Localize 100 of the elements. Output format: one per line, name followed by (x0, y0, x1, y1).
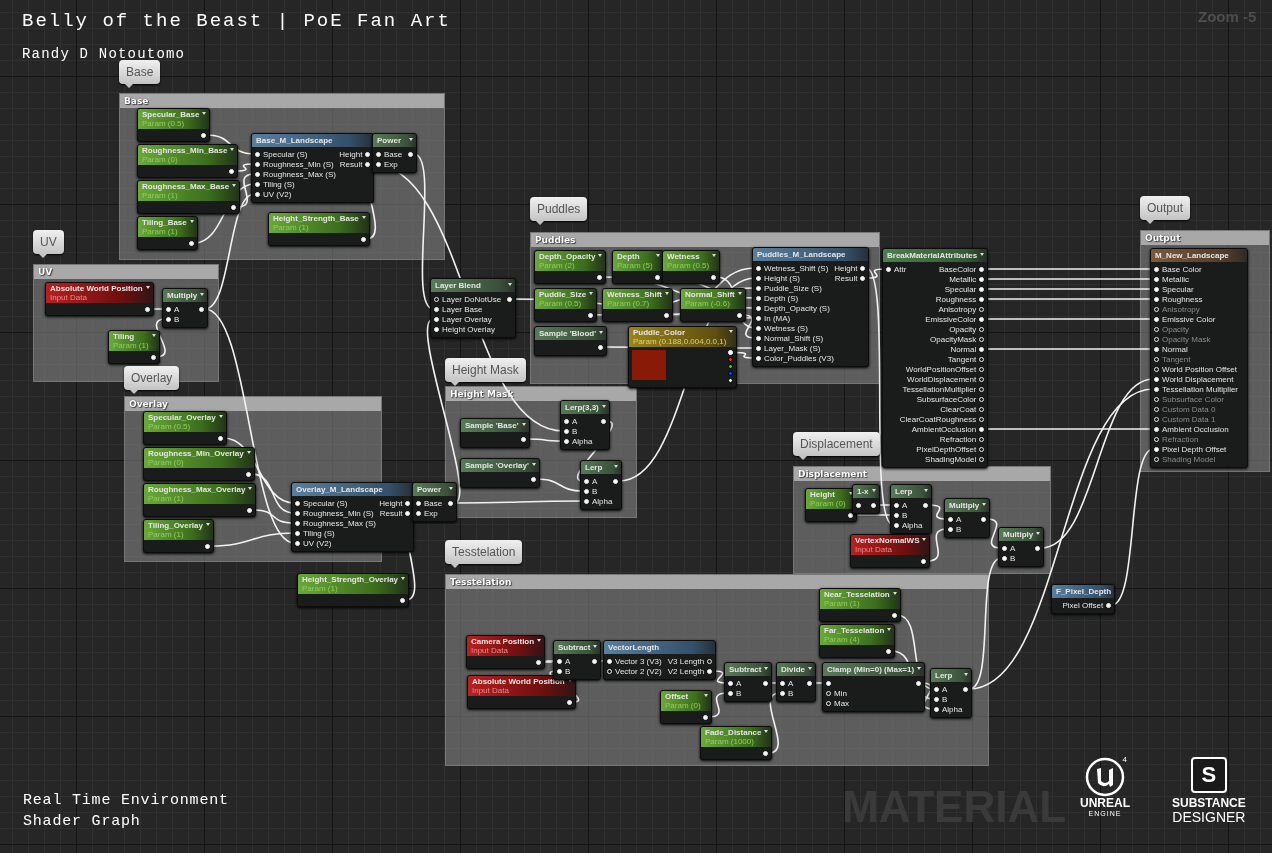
graph-node[interactable]: Lerp A B Alpha (890, 484, 933, 534)
pin-icon[interactable] (728, 364, 734, 369)
caret-icon[interactable] (593, 645, 598, 648)
caret-icon[interactable] (531, 463, 536, 466)
caret-icon[interactable] (808, 667, 812, 670)
caret-icon[interactable] (729, 330, 734, 333)
node-title: Puddle_Size (539, 290, 587, 299)
caret-icon[interactable] (922, 538, 927, 541)
pin-label: A (956, 514, 962, 524)
graph-node[interactable]: Offset Param (0) (660, 690, 712, 724)
graph-node[interactable]: Clamp (Min=0) (Max=1) Min Max (822, 662, 926, 712)
caret-icon[interactable] (537, 639, 542, 642)
pin-label: SubsurfaceColor (916, 394, 977, 404)
caret-icon[interactable] (655, 254, 660, 257)
node-title: Lerp (935, 671, 954, 680)
pin-label: Height (S) (764, 273, 800, 283)
caret-icon[interactable] (145, 286, 150, 289)
graph-node[interactable]: Multiply A B (944, 498, 991, 538)
caret-icon[interactable] (202, 112, 207, 115)
comment-title: Overlay (125, 397, 381, 411)
caret-icon[interactable] (1036, 532, 1041, 535)
comment-bubble[interactable]: Tesstelation (445, 540, 523, 564)
graph-node[interactable]: Multiply A B (998, 527, 1045, 567)
comment-bubble[interactable]: UV (33, 230, 64, 254)
graph-node[interactable]: Height Param (0) (805, 488, 857, 522)
pin-label: WorldDisplacement (907, 374, 977, 384)
graph-node[interactable]: Divide A B (776, 662, 816, 702)
graph-node[interactable]: Absolute World Position Input Data (467, 675, 576, 709)
caret-icon[interactable] (764, 730, 769, 733)
caret-icon[interactable] (892, 592, 897, 595)
caret-icon[interactable] (151, 334, 156, 337)
graph-node[interactable]: Lerp A B Alpha (930, 668, 973, 718)
graph-node[interactable]: Subtract A B (724, 662, 773, 702)
caret-icon[interactable] (361, 216, 366, 219)
comment-bubble[interactable]: Overlay (124, 366, 180, 390)
node-subtitle: Input Data (855, 545, 893, 554)
comment-bubble[interactable]: Height Mask (445, 358, 526, 382)
caret-icon[interactable] (614, 465, 619, 468)
graph-node[interactable]: Camera Position Input Data (466, 635, 546, 669)
pin-label: Exp (424, 508, 438, 518)
caret-icon[interactable] (449, 487, 454, 490)
caret-icon[interactable] (200, 293, 205, 296)
caret-icon[interactable] (924, 489, 929, 492)
caret-icon[interactable] (206, 523, 210, 526)
caret-icon[interactable] (964, 673, 969, 676)
node-title: Absolute World Position (472, 677, 565, 686)
caret-icon[interactable] (982, 503, 987, 506)
caret-icon[interactable] (599, 331, 604, 334)
graph-node[interactable]: Power Base Exp (412, 482, 458, 522)
caret-icon[interactable] (917, 667, 922, 670)
caret-icon[interactable] (189, 220, 194, 223)
comment-bubble[interactable]: Output (1140, 196, 1191, 220)
pin-label: B (572, 426, 578, 436)
caret-icon[interactable] (665, 292, 669, 295)
pin-label: Tangent (947, 354, 977, 364)
caret-icon[interactable] (601, 405, 606, 408)
caret-icon[interactable] (248, 487, 253, 490)
graph-node[interactable]: Lerp(3,3) A B Alpha (560, 400, 610, 450)
caret-icon[interactable] (232, 184, 237, 187)
graph-node[interactable]: Tiling_Base Param (1) (137, 216, 198, 250)
caret-icon[interactable] (589, 292, 594, 295)
caret-icon[interactable] (230, 148, 235, 151)
caret-icon[interactable] (218, 415, 223, 418)
pin-label: Specular (944, 284, 977, 294)
graph-node[interactable]: F_Pixel_Depth Pixel Offset (1051, 584, 1116, 614)
caret-icon[interactable] (980, 253, 985, 256)
graph-node[interactable]: 1-x (852, 484, 880, 514)
comment-bubble[interactable]: Base (119, 60, 161, 84)
caret-icon[interactable] (887, 628, 892, 631)
caret-icon[interactable] (712, 254, 717, 257)
caret-icon[interactable] (703, 694, 708, 697)
caret-icon[interactable] (521, 423, 526, 426)
comment-bubble[interactable]: Displacement (793, 432, 880, 456)
graph-node[interactable]: Sample 'Overlay' (460, 458, 540, 488)
graph-node[interactable]: Subtract A B (553, 640, 602, 680)
graph-node[interactable]: Tiling Param (1) (108, 330, 160, 364)
graph-node[interactable]: Power Base Exp (372, 133, 418, 173)
graph-node[interactable]: VertexNormalWS Input Data (850, 534, 931, 568)
graph-node[interactable]: Puddle_Color Param (0.188,0.004,0.0,1) (628, 326, 738, 388)
graph-node[interactable]: Sample 'Base' (460, 418, 530, 448)
caret-icon[interactable] (246, 451, 251, 454)
graph-node[interactable]: Sample 'Blood' (534, 326, 608, 356)
graph-node[interactable]: Lerp A B Alpha (580, 460, 623, 510)
pin-label: Layer DoNotUse (442, 294, 502, 304)
comment-bubble[interactable]: Puddles (530, 197, 588, 221)
graph-node[interactable]: Wetness Param (0.5) (662, 250, 721, 284)
graph-node[interactable]: Depth Param (5) (612, 250, 664, 284)
pin-icon[interactable] (728, 378, 734, 383)
caret-icon[interactable] (409, 138, 414, 141)
graph-node[interactable]: Absolute World Position Input Data (45, 282, 154, 316)
caret-icon[interactable] (871, 489, 876, 492)
pin-label: A (902, 500, 908, 510)
caret-icon[interactable] (737, 292, 742, 295)
caret-icon[interactable] (764, 667, 769, 670)
caret-icon[interactable] (401, 577, 406, 580)
graph-node[interactable]: Multiply A B (162, 288, 209, 328)
caret-icon[interactable] (508, 283, 513, 286)
graph-node[interactable] (882, 248, 989, 468)
graph-node[interactable]: Layer Blend Layer DoNotUse Layer Base Layer Overlay Height Overlay (430, 278, 517, 338)
caret-icon[interactable] (598, 254, 603, 257)
